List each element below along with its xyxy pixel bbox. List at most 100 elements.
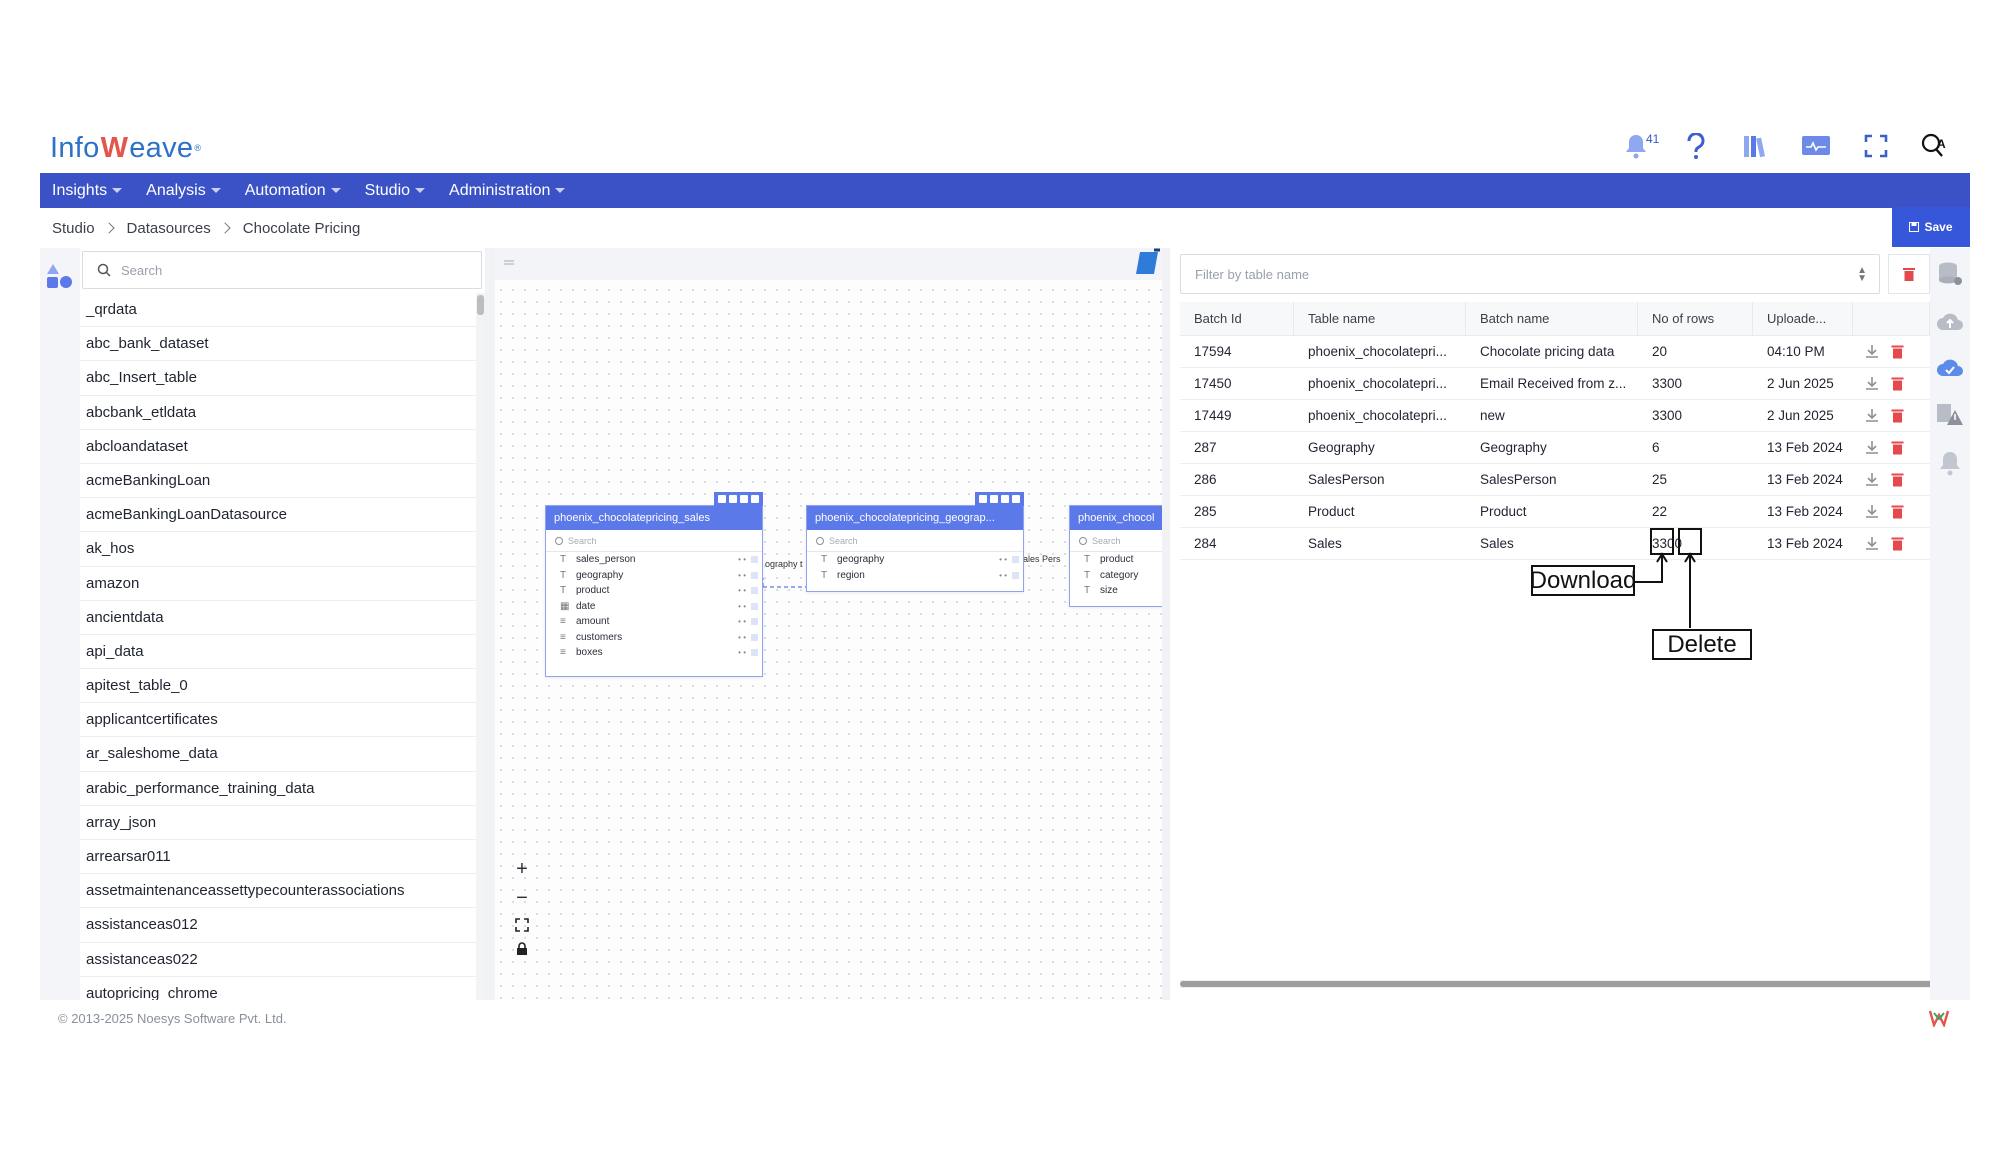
select-checkbox[interactable] (751, 649, 758, 656)
table-node-product[interactable]: phoenix_chocol Search Tproduct Tcategory T… (1069, 505, 1162, 607)
download-icon[interactable] (1865, 472, 1879, 487)
datasource-list-item[interactable]: apitest_table_0 (80, 669, 476, 704)
download-icon[interactable] (751, 495, 759, 503)
select-checkbox[interactable] (1012, 556, 1019, 563)
link-handle-icon[interactable]: • • (738, 614, 746, 630)
node-column[interactable]: Tproduct (1070, 552, 1162, 568)
col-batch-id[interactable]: Batch Id (1180, 302, 1294, 335)
table-hscrollbar[interactable] (1180, 980, 1960, 988)
scroll-thumb[interactable] (1180, 981, 1940, 987)
trash-icon[interactable] (1891, 504, 1904, 519)
link-handle-icon[interactable]: • • (738, 568, 746, 584)
menu-analysis[interactable]: Analysis (146, 182, 221, 200)
trash-icon[interactable] (1891, 408, 1904, 423)
download-icon[interactable] (1865, 408, 1879, 423)
node-search[interactable]: Search (1070, 530, 1162, 552)
cloud-upload-icon[interactable] (1935, 310, 1965, 334)
node-column[interactable]: Tsales_person • • (546, 552, 762, 568)
grid-icon[interactable] (718, 495, 726, 503)
col-batch-name[interactable]: Batch name (1466, 302, 1638, 335)
zoom-out-button[interactable]: − (511, 887, 533, 910)
datasource-list-item[interactable]: acmeBankingLoanDatasource (80, 498, 476, 533)
col-rows[interactable]: No of rows (1638, 302, 1753, 335)
datasource-list-item[interactable]: ancientdata (80, 601, 476, 635)
datasource-list-item[interactable]: abc_bank_dataset (80, 327, 476, 362)
fit-view-button[interactable] (511, 916, 533, 934)
table-node-sales[interactable]: phoenix_chocolatepricing_sales Search Ts… (545, 492, 763, 677)
link-handle-icon[interactable]: • • (738, 630, 746, 646)
menu-insights[interactable]: Insights (52, 182, 123, 200)
save-button[interactable]: Save (1892, 207, 1970, 247)
datasource-list-item[interactable]: _qrdata (80, 293, 476, 328)
fullscreen-button[interactable] (1860, 130, 1892, 162)
node-column[interactable]: Tproduct • • (546, 583, 762, 599)
eye-icon[interactable] (990, 495, 998, 503)
select-checkbox[interactable] (1012, 571, 1019, 579)
link-handle-icon[interactable]: • • (999, 568, 1007, 584)
monitor-button[interactable] (1800, 130, 1832, 162)
menu-studio[interactable]: Studio (365, 182, 426, 200)
datasource-list-item[interactable]: api_data (80, 635, 476, 670)
warning-icon[interactable] (1935, 402, 1965, 428)
datasource-list-item[interactable]: assetmaintenanceassettypecounterassociat… (80, 874, 476, 909)
datasource-list-item[interactable]: applicantcertificates (80, 703, 476, 738)
download-icon[interactable] (1865, 504, 1879, 519)
node-search[interactable]: Search (546, 530, 762, 552)
link-handle-icon[interactable]: • • (738, 583, 746, 599)
download-icon[interactable] (1865, 440, 1879, 455)
table-row[interactable]: 17594 phoenix_chocolatepri... Chocolate pr… (1180, 336, 1960, 368)
grid-icon[interactable] (979, 495, 987, 503)
datasource-list-item[interactable]: ar_saleshome_data (80, 737, 476, 772)
node-search[interactable]: Search (807, 530, 1023, 552)
node-column[interactable]: ≡ customers • • (546, 630, 762, 646)
link-handle-icon[interactable]: • • (999, 552, 1007, 568)
infoweave-logo[interactable]: Info Weave ® (50, 128, 201, 168)
select-checkbox[interactable] (751, 556, 758, 563)
select-checkbox[interactable] (751, 633, 758, 641)
table-row[interactable]: 287 Geography Geography 6 13 Feb 2024 (1180, 432, 1960, 464)
table-row[interactable]: 284 Sales Sales 3300 13 Feb 2024 (1180, 528, 1960, 560)
cloud-check-icon[interactable] (1935, 356, 1965, 380)
notifications-button[interactable]: 41 (1620, 130, 1659, 162)
eye-icon[interactable] (729, 495, 737, 503)
database-settings-icon[interactable] (1936, 260, 1964, 288)
select-checkbox[interactable] (751, 618, 758, 625)
library-button[interactable] (1740, 130, 1772, 162)
select-checkbox[interactable] (751, 571, 758, 579)
download-icon[interactable] (1865, 536, 1879, 551)
datasource-list-item[interactable]: acmeBankingLoan (80, 464, 476, 499)
node-column[interactable]: ≡ amount • • (546, 614, 762, 630)
datasource-search[interactable] (82, 251, 482, 289)
zoom-in-button[interactable]: + (511, 858, 533, 881)
menu-automation[interactable]: Automation (245, 182, 341, 200)
datasource-list-item[interactable]: autopricing_chrome (80, 977, 476, 1000)
table-row[interactable]: 17449 phoenix_chocolatepri... new 3300 2 Jun… (1180, 400, 1960, 432)
node-column[interactable]: ≡ boxes • • (546, 645, 762, 661)
select-checkbox[interactable] (751, 602, 758, 610)
datasource-list-item[interactable]: ak_hos (80, 532, 476, 567)
download-icon[interactable] (1012, 495, 1020, 503)
table-row[interactable]: 286 SalesPerson SalesPerson 25 13 Feb 2024 (1180, 464, 1960, 496)
download-icon[interactable] (1865, 344, 1879, 359)
datasource-scrollbar[interactable] (476, 293, 485, 1000)
select-checkbox[interactable] (751, 587, 758, 594)
node-column[interactable]: Tsize (1070, 583, 1162, 599)
trash-icon[interactable] (1891, 440, 1904, 455)
link-handle-icon[interactable]: • • (738, 599, 746, 615)
trash-icon[interactable] (1891, 344, 1904, 359)
left-splitter[interactable] (485, 248, 495, 1000)
datasource-search-input[interactable] (121, 262, 451, 278)
schema-canvas[interactable]: ography t ales Pers phoenix_chocolatepri… (495, 248, 1162, 1000)
breadcrumb-datasources[interactable]: Datasources (127, 220, 211, 237)
download-icon[interactable] (1865, 376, 1879, 391)
lock-button[interactable] (511, 940, 533, 958)
help-button[interactable] (1680, 130, 1712, 162)
node-column[interactable]: Tgeography • • (546, 568, 762, 584)
table-row[interactable]: 285 Product Product 22 13 Feb 2024 (1180, 496, 1960, 528)
trash-icon[interactable] (1891, 472, 1904, 487)
menu-administration[interactable]: Administration (449, 182, 566, 200)
link-handle-icon[interactable]: • • (738, 552, 746, 568)
delete-filter-button[interactable] (1888, 254, 1930, 294)
table-node-geography[interactable]: phoenix_chocolatepricing_geograp... Sear… (806, 492, 1024, 592)
table-row[interactable]: 17450 phoenix_chocolatepri... Email Receiv… (1180, 368, 1960, 400)
